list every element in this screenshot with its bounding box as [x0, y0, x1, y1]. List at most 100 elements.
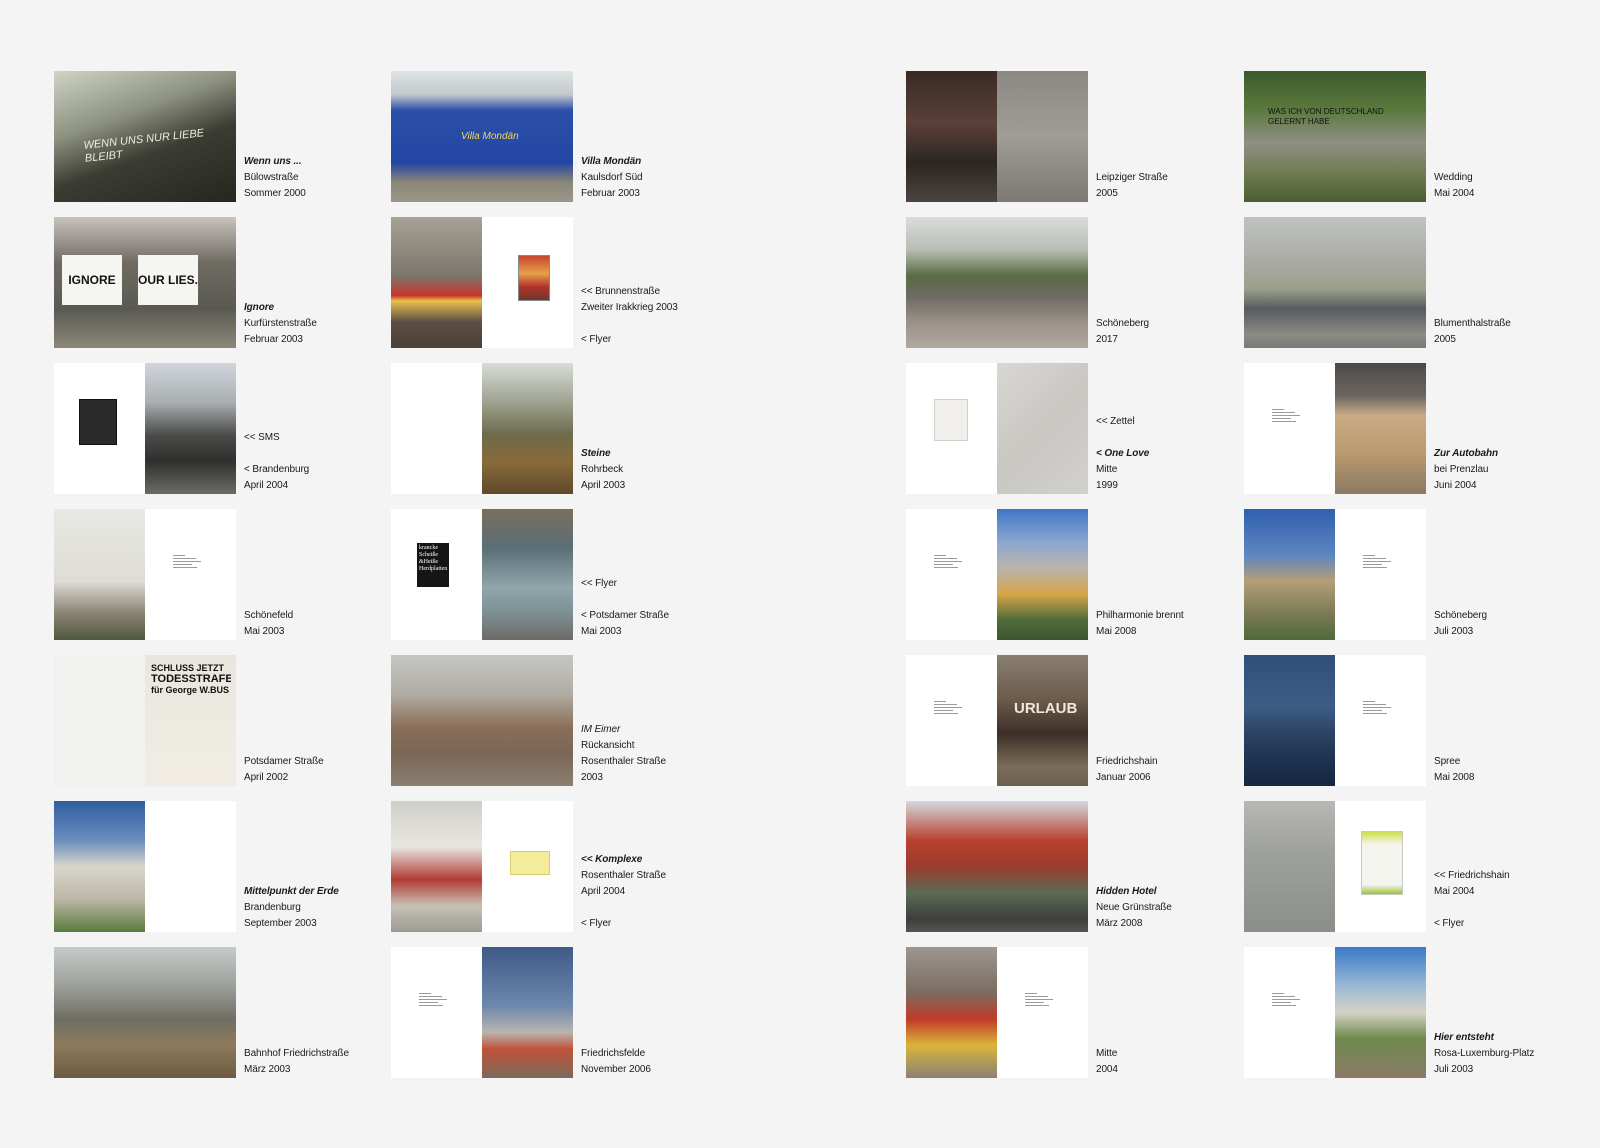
photo-spread[interactable]: URLAUB [906, 655, 1088, 786]
photo-tile-friedrichsfelde[interactable]: Friedrichsfelde November 2006 [391, 947, 721, 1078]
caption-line: Mai 2008 [1096, 626, 1137, 637]
blank-page [482, 801, 573, 932]
photo-tile-potsdamer-strasse-2002[interactable]: SCHLUSS JETZT TODESSTRAFE für George W.BUS… [54, 655, 384, 786]
photo-caption: Schöneberg Juli 2003 [1434, 509, 1572, 640]
printed-text-block [1363, 555, 1393, 570]
photo-spread[interactable] [906, 217, 1088, 348]
caption-line: Bülowstraße [244, 172, 299, 183]
photo-spread[interactable] [1244, 363, 1426, 494]
photo-spread[interactable] [906, 509, 1088, 640]
photo-spread[interactable]: krancke Scheiße &Heiße Herdplatten [391, 509, 573, 640]
photo-image [391, 801, 482, 932]
photo-tile-mittelpunkt-der-erde[interactable]: Mittelpunkt der Erde Brandenburg September… [54, 801, 384, 932]
caption-line: Mai 2008 [1434, 772, 1475, 783]
caption-line: < Brandenburg [244, 464, 310, 475]
photo-spread[interactable] [906, 947, 1088, 1078]
caption-line: Februar 2003 [581, 188, 640, 199]
photo-tile-philharmonie-brennt[interactable]: Philharmonie brennt Mai 2008 [906, 509, 1236, 640]
caption-line: Mitte [1096, 464, 1118, 475]
photo-tile-hidden-hotel[interactable]: Hidden Hotel Neue Grünstraße März 2008 [906, 801, 1236, 932]
photo-spread[interactable] [1244, 217, 1426, 348]
photo-tile-im-eimer[interactable]: IM Eimer Rückansicht Rosenthaler Straße 200… [391, 655, 721, 786]
photo-tile-wenn-uns[interactable]: WENN UNS NUR LIEBE BLEIBT Wenn uns ... Bül… [54, 71, 384, 202]
caption-line: April 2004 [581, 886, 626, 897]
caption-line: Neue Grünstraße [1096, 902, 1172, 913]
blank-page [391, 947, 482, 1078]
photo-tile-ignore[interactable]: IGNORE OUR LIES. Ignore Kurfürstenstraße Feb… [54, 217, 384, 348]
photo-spread[interactable] [391, 801, 573, 932]
photo-caption: << SMS < Brandenburg April 2004 [244, 363, 382, 494]
photo-tile-komplexe[interactable]: << Komplexe Rosenthaler Straße April 2004 <… [391, 801, 721, 932]
photo-tile-friedrichshain-2004[interactable]: << Friedrichshain Mai 2004 < Flyer [1244, 801, 1574, 932]
photo-tile-wedding[interactable]: WAS ICH VON DEUTSCHLAND GELERNT HABE Wedd… [1244, 71, 1574, 202]
house-sign-text: Villa Mondän [461, 131, 519, 142]
photo-spread[interactable] [54, 363, 236, 494]
photo-tile-schoenefeld[interactable]: Schönefeld Mai 2003 [54, 509, 384, 640]
photo-spread[interactable] [54, 947, 236, 1078]
photo-spread[interactable] [1244, 801, 1426, 932]
photo-tile-schoeneberg-2003[interactable]: Schöneberg Juli 2003 [1244, 509, 1574, 640]
photo-tile-leipziger-strasse[interactable]: Leipziger Straße 2005 [906, 71, 1236, 202]
book-cover-line: Scheiße [419, 552, 438, 558]
photo-tile-villa-mondaen[interactable]: Villa Mondän Villa Mondän Kaulsdorf Süd Feb… [391, 71, 721, 202]
caption-line: << SMS [244, 432, 280, 443]
photo-spread[interactable]: SCHLUSS JETZT TODESSTRAFE für George W.BUS [54, 655, 236, 786]
caption-line: << Brunnenstraße [581, 286, 661, 297]
caption-line: Schönefeld [244, 610, 294, 621]
photo-tile-brunnenstrasse[interactable]: << Brunnenstraße Zweiter Irakkrieg 2003 < … [391, 217, 721, 348]
photo-spread[interactable] [54, 509, 236, 640]
blank-page [1244, 363, 1335, 494]
photo-caption: << Friedrichshain Mai 2004 < Flyer [1434, 801, 1572, 932]
photo-spread[interactable] [906, 363, 1088, 494]
photo-tile-spree[interactable]: Spree Mai 2008 [1244, 655, 1574, 786]
photo-tile-schoeneberg-2017[interactable]: Schöneberg 2017 [906, 217, 1236, 348]
printed-text-block [1272, 409, 1302, 424]
photo-tile-friedrichshain[interactable]: URLAUB Friedrichshain Januar 2006 [906, 655, 1236, 786]
photo-spread[interactable]: Villa Mondän [391, 71, 573, 202]
photo-caption: Leipziger Straße 2005 [1096, 71, 1234, 202]
photo-tile-mitte-2004[interactable]: Mitte 2004 [906, 947, 1236, 1078]
caption-line: November 2006 [581, 1064, 651, 1075]
photo-spread[interactable]: WAS ICH VON DEUTSCHLAND GELERNT HABE [1244, 71, 1426, 202]
photo-caption: Friedrichsfelde November 2006 [581, 947, 719, 1078]
photo-spread[interactable] [1244, 947, 1426, 1078]
photo-spread[interactable] [906, 801, 1088, 932]
blank-page [906, 655, 997, 786]
caption-line: Wedding [1434, 172, 1473, 183]
photo-spread[interactable] [1244, 655, 1426, 786]
photo-tile-zur-autobahn[interactable]: Zur Autobahn bei Prenzlau Juni 2004 [1244, 363, 1574, 494]
photo-image [997, 655, 1088, 786]
caption-line: 2004 [1096, 1064, 1118, 1075]
photo-caption: Blumenthalstraße 2005 [1434, 217, 1572, 348]
photo-spread[interactable] [391, 217, 573, 348]
photo-spread[interactable] [54, 801, 236, 932]
caption-line: << Friedrichshain [1434, 870, 1510, 881]
photo-tile-potsdamer-strasse-2003[interactable]: krancke Scheiße &Heiße Herdplatten << Flyer <… [391, 509, 721, 640]
photo-caption: << Brunnenstraße Zweiter Irakkrieg 2003 < … [581, 217, 719, 348]
photo-tile-hier-entsteht[interactable]: Hier entsteht Rosa-Luxemburg-Platz Juli 20… [1244, 947, 1574, 1078]
photo-image [906, 947, 997, 1078]
caption-line: Friedrichsfelde [581, 1048, 646, 1059]
photo-tile-one-love[interactable]: << Zettel < One Love Mitte 1999 [906, 363, 1236, 494]
photo-caption: Bahnhof Friedrichstraße März 2003 [244, 947, 382, 1078]
photo-tile-blumenthalstrasse[interactable]: Blumenthalstraße 2005 [1244, 217, 1574, 348]
photo-tile-bahnhof-friedrichstrasse[interactable]: Bahnhof Friedrichstraße März 2003 [54, 947, 384, 1078]
photo-spread[interactable]: IGNORE OUR LIES. [54, 217, 236, 348]
green-flyer-image [1361, 831, 1403, 895]
photo-tile-steine[interactable]: Steine Rohrbeck April 2003 [391, 363, 721, 494]
poster-image: SCHLUSS JETZT TODESSTRAFE für George W.BUS [151, 663, 231, 743]
photo-spread[interactable] [906, 71, 1088, 202]
photo-spread[interactable] [391, 947, 573, 1078]
photo-spread[interactable] [391, 655, 573, 786]
photo-spread[interactable]: WENN UNS NUR LIEBE BLEIBT [54, 71, 236, 202]
photo-spread[interactable] [391, 363, 573, 494]
blank-page [906, 363, 997, 494]
blank-page [391, 363, 482, 494]
photo-spread[interactable] [1244, 509, 1426, 640]
photo-caption: << Zettel < One Love Mitte 1999 [1096, 363, 1234, 494]
printed-text-block [934, 555, 964, 570]
photo-caption: Schönefeld Mai 2003 [244, 509, 382, 640]
photo-tile-sms[interactable]: << SMS < Brandenburg April 2004 [54, 363, 384, 494]
